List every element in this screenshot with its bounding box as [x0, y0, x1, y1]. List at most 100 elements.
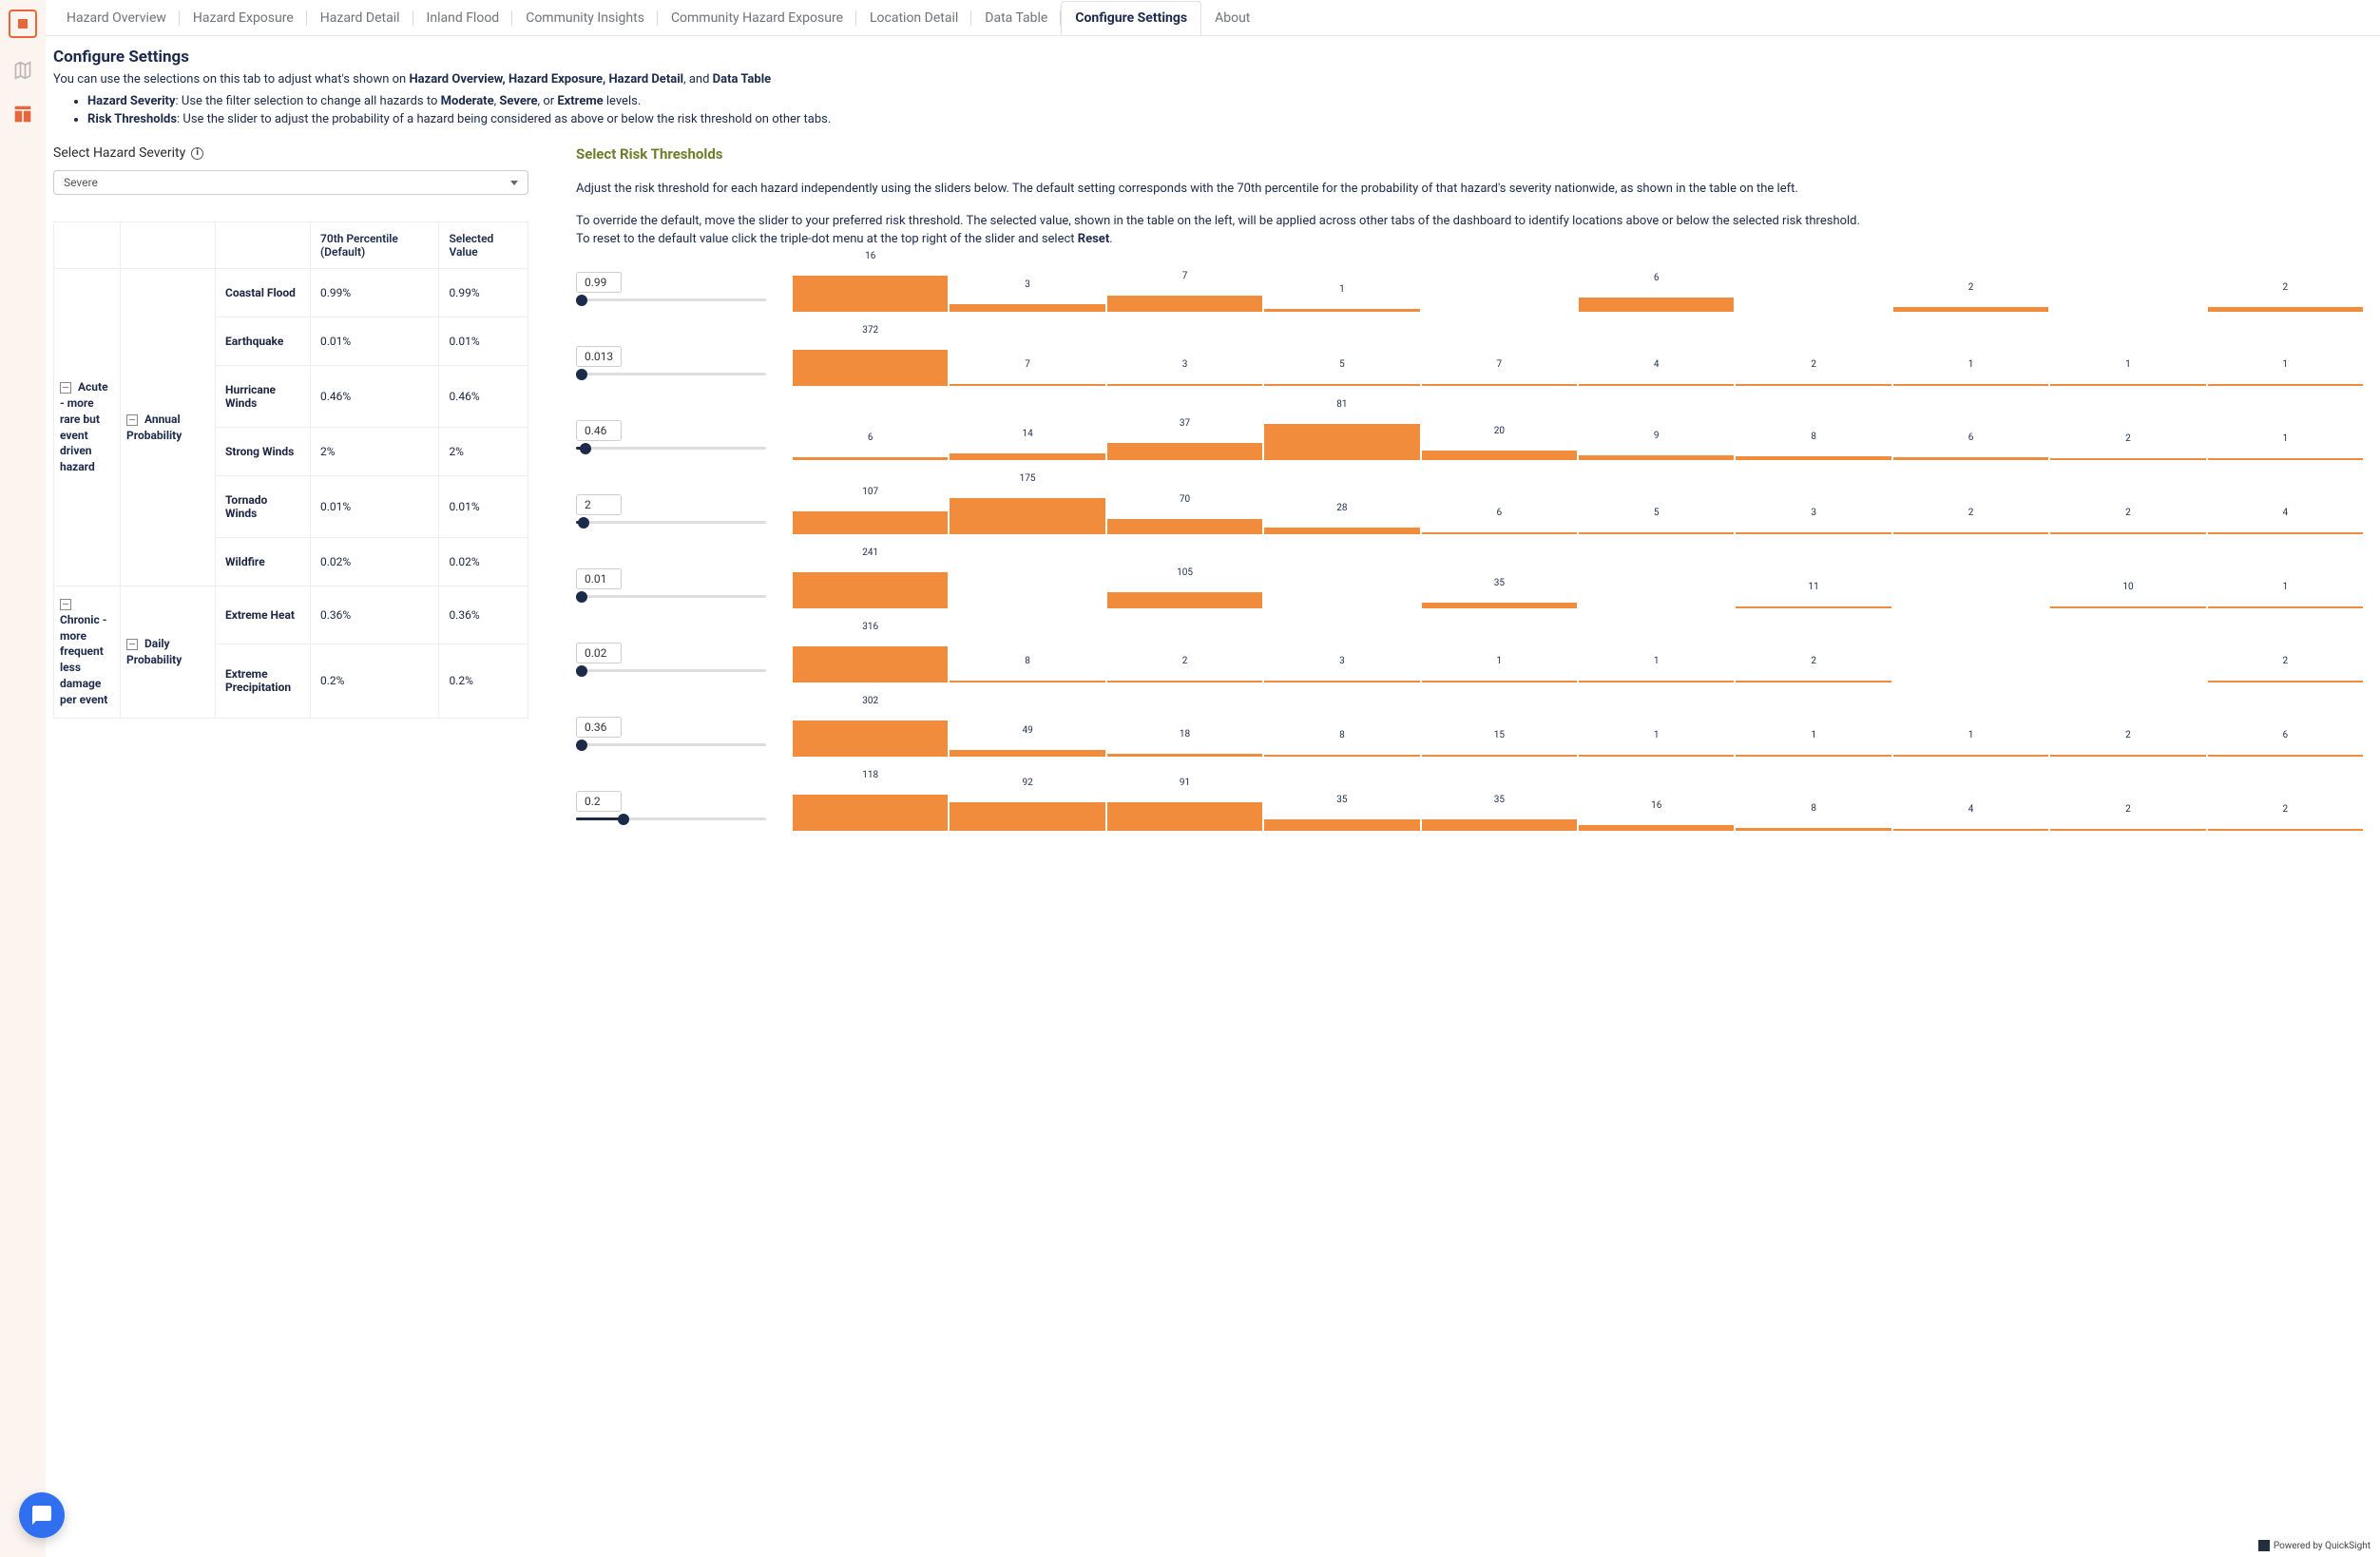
bar: 372	[793, 336, 948, 386]
slider-track[interactable]	[576, 817, 766, 820]
tab-location-detail[interactable]: Location Detail	[856, 0, 971, 35]
selected-value: 0.46%	[439, 366, 528, 428]
collapse-toggle[interactable]	[126, 639, 138, 650]
table-row: Chronic - more frequent less damage per …	[54, 586, 528, 644]
tab-configure-settings[interactable]: Configure Settings	[1061, 1, 1201, 36]
selected-value: 0.01%	[439, 476, 528, 538]
collapse-toggle[interactable]	[126, 414, 138, 426]
slider-thumb[interactable]	[576, 369, 587, 380]
bar: 6	[793, 411, 948, 460]
bar: 15	[1422, 707, 1577, 757]
bullet2-label: Risk Thresholds	[87, 112, 177, 126]
bullet1-label: Hazard Severity	[87, 94, 176, 108]
bar: 6	[1893, 411, 2048, 460]
histogram: 372735742111	[783, 336, 2363, 386]
dashboard-icon[interactable]	[11, 103, 34, 125]
histogram: 11892913535168422	[783, 781, 2363, 831]
collapse-toggle[interactable]	[60, 382, 71, 394]
bar: 1	[1422, 633, 1577, 682]
severity-dropdown[interactable]: Severe	[53, 170, 528, 195]
bar: 2	[2050, 485, 2205, 534]
slider-track[interactable]	[576, 447, 766, 450]
bullet1-suffix: levels.	[604, 94, 642, 108]
slider-track[interactable]	[576, 521, 766, 524]
bar: 105	[1107, 559, 1262, 608]
bar: 316	[793, 633, 948, 682]
thresholds-p3-prefix: To reset to the default value click the …	[576, 232, 1078, 246]
chat-button[interactable]	[19, 1492, 65, 1538]
slider-track[interactable]	[576, 743, 766, 746]
thresholds-p3-suffix: .	[1109, 232, 1112, 246]
bar: 3	[950, 262, 1104, 312]
threshold-row: 0.4661437812098621	[576, 411, 2363, 460]
slider-value-box[interactable]: 0.99	[576, 272, 622, 293]
severity-label: Select Hazard Severity i	[53, 145, 528, 161]
slider-track[interactable]	[576, 595, 766, 598]
slider-value-box[interactable]: 0.01	[576, 568, 622, 589]
slider-value-box[interactable]: 0.36	[576, 717, 622, 738]
tab-community-insights[interactable]: Community Insights	[512, 0, 658, 35]
tab-community-hazard-exposure[interactable]: Community Hazard Exposure	[658, 0, 856, 35]
bar: 28	[1264, 485, 1419, 534]
slider-track[interactable]	[576, 298, 766, 301]
bar: 91	[1107, 781, 1262, 831]
tab-hazard-detail[interactable]: Hazard Detail	[307, 0, 413, 35]
hazard-table: 70th Percentile (Default) Selected Value…	[53, 221, 528, 719]
histogram: 16371622	[783, 262, 2363, 312]
powered-text: Powered by QuickSight	[2274, 1541, 2370, 1551]
bar: 35	[1422, 559, 1577, 608]
slider-thumb[interactable]	[576, 591, 587, 603]
threshold-row: 0.012411053511101	[576, 559, 2363, 608]
bar: 92	[950, 781, 1104, 831]
chevron-down-icon	[510, 181, 518, 185]
slider-thumb[interactable]	[576, 740, 587, 751]
bar: 1	[1893, 707, 2048, 757]
bar: 37	[1107, 411, 1262, 460]
map-icon[interactable]	[11, 59, 34, 82]
bullet1-text: : Use the filter selection to change all…	[176, 94, 441, 108]
slider-track[interactable]	[576, 669, 766, 672]
bar: 175	[950, 485, 1104, 534]
bar: 1	[2208, 411, 2363, 460]
slider-thumb[interactable]	[580, 443, 591, 454]
page-title: Configure Settings	[53, 48, 2363, 67]
threshold-row: 0.99 16371622	[576, 262, 2363, 312]
bar: 118	[793, 781, 948, 831]
slider-thumb[interactable]	[576, 665, 587, 677]
bar: 1	[1579, 707, 1734, 757]
tab-hazard-overview[interactable]: Hazard Overview	[53, 0, 180, 35]
collapse-toggle[interactable]	[60, 599, 71, 610]
thresholds-p2-text: To override the default, move the slider…	[576, 214, 1860, 228]
info-icon[interactable]: i	[191, 147, 203, 160]
left-sidebar	[0, 0, 46, 1557]
bar	[1736, 262, 1891, 312]
hazard-name: Strong Winds	[216, 428, 311, 476]
app-logo[interactable]	[9, 10, 37, 38]
bar: 35	[1422, 781, 1577, 831]
bar: 2	[2208, 633, 2363, 682]
bar: 2	[1893, 262, 2048, 312]
bar: 1	[2208, 559, 2363, 608]
bullet-thresholds: Risk Thresholds: Use the slider to adjus…	[87, 112, 2363, 126]
tab-data-table[interactable]: Data Table	[971, 0, 1061, 35]
threshold-row: 0.023168231122	[576, 633, 2363, 682]
slider-value-box[interactable]: 0.013	[576, 346, 622, 367]
bullet-severity: Hazard Severity: Use the filter selectio…	[87, 94, 2363, 108]
slider-track[interactable]	[576, 373, 766, 375]
tab-about[interactable]: About	[1201, 0, 1263, 35]
slider-value-box[interactable]: 2	[576, 494, 622, 515]
tab-hazard-exposure[interactable]: Hazard Exposure	[180, 0, 307, 35]
bar: 1	[2050, 336, 2205, 386]
hazard-name: Hurricane Winds	[216, 366, 311, 428]
slider-thumb[interactable]	[618, 814, 629, 825]
slider-value-box[interactable]: 0.02	[576, 643, 622, 663]
slider-thumb[interactable]	[576, 295, 587, 306]
header-selected: Selected Value	[439, 222, 528, 269]
tab-inland-flood[interactable]: Inland Flood	[413, 0, 513, 35]
slider-value-box[interactable]: 0.46	[576, 420, 622, 441]
histogram: 302491881511126	[783, 707, 2363, 757]
slider-value-box[interactable]: 0.2	[576, 791, 622, 812]
severity-label-text: Select Hazard Severity	[53, 145, 185, 161]
bullet1-extreme: Extreme	[557, 94, 603, 108]
slider-thumb[interactable]	[578, 517, 589, 529]
